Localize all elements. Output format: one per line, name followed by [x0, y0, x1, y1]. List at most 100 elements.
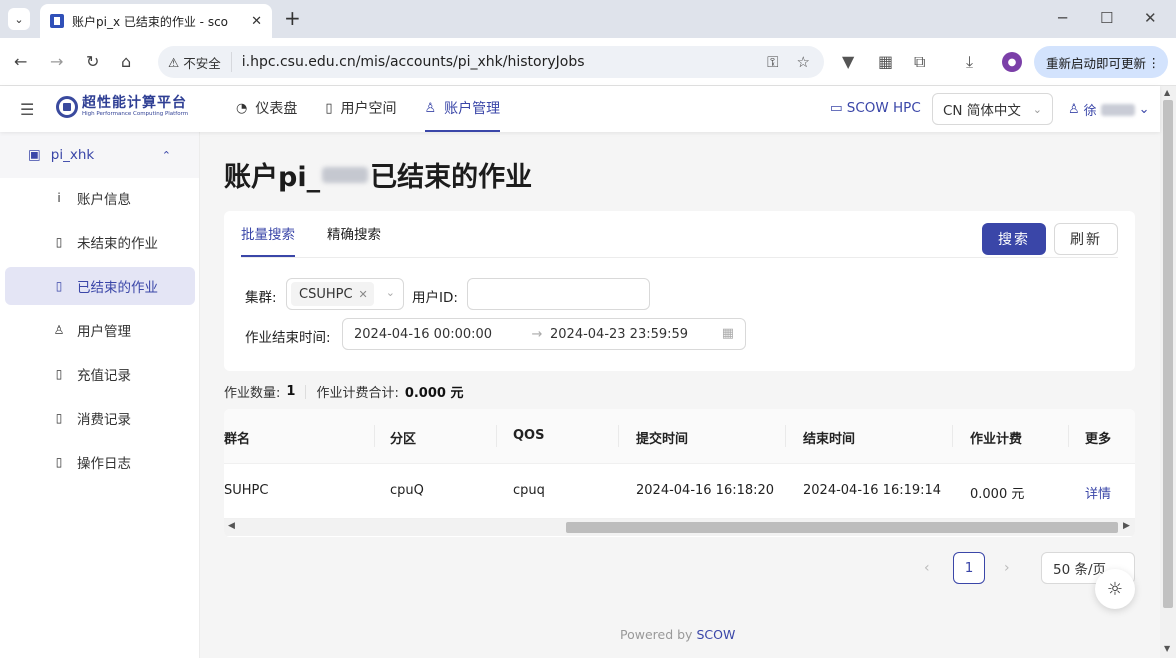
- menu-fold-icon[interactable]: ☰: [20, 100, 34, 119]
- sidebar-item-recharge-records[interactable]: ▯ 充值记录: [5, 355, 195, 393]
- summary-divider: [305, 384, 307, 399]
- sidebar-item-finished-jobs[interactable]: ▯ 已结束的作业: [5, 267, 195, 305]
- page-scroll-thumb[interactable]: [1163, 100, 1173, 608]
- star-icon[interactable]: ☆: [797, 53, 810, 71]
- chevron-down-icon: ⌄: [1138, 102, 1150, 117]
- tab-search-button[interactable]: ⌄: [8, 8, 30, 30]
- arrow-right-icon: →: [531, 326, 543, 342]
- column-divider: [785, 425, 786, 447]
- table-horizontal-scrollbar[interactable]: ◀ ▶: [224, 519, 1135, 536]
- top-nav-dashboard[interactable]: ◔ 仪表盘: [236, 86, 297, 132]
- back-icon[interactable]: ←: [14, 52, 27, 71]
- end-time-range-picker[interactable]: 2024-04-16 00:00:00 → 2024-04-23 23:59:5…: [342, 318, 746, 350]
- reload-icon[interactable]: ↻: [86, 52, 99, 71]
- user-menu[interactable]: ♙ 徐 ⌄: [1068, 100, 1150, 119]
- jobs-table: 群名 分区 QOS 提交时间 结束时间 作业计费 更多 SUHPC cpuQ c…: [224, 409, 1135, 537]
- pagination-prev-icon[interactable]: ‹: [924, 560, 930, 576]
- tab-exact-search[interactable]: 精确搜索: [327, 211, 381, 257]
- column-divider: [618, 425, 619, 447]
- top-nav-label: 用户空间: [340, 101, 397, 117]
- language-value: CN 简体中文: [943, 103, 1021, 119]
- close-icon[interactable]: ✕: [251, 14, 262, 29]
- column-header-more: 更多: [1085, 432, 1112, 447]
- search-button[interactable]: 搜索: [982, 223, 1046, 255]
- job-count-value: 1: [286, 384, 296, 399]
- sidebar-group-account[interactable]: ▣ pi_xhk ⌃: [0, 132, 199, 178]
- scroll-left-icon[interactable]: ◀: [228, 521, 235, 531]
- scow-hpc-label: SCOW HPC: [846, 100, 921, 116]
- chevron-down-icon: ⌄: [14, 12, 24, 26]
- calendar-icon: ▦: [721, 326, 734, 341]
- job-detail-link[interactable]: 详情: [1085, 483, 1111, 502]
- column-header-partition: 分区: [390, 432, 417, 447]
- update-button[interactable]: 重新启动即可更新 ⋮: [1034, 46, 1168, 78]
- profile-avatar-icon[interactable]: ●: [1002, 52, 1022, 72]
- qr-code-icon[interactable]: ▦: [878, 52, 893, 71]
- desktop-icon: ▭: [830, 100, 843, 116]
- column-header-qos: QOS: [513, 428, 545, 443]
- forward-icon[interactable]: →: [50, 52, 63, 71]
- logo-mark-icon: [56, 96, 78, 118]
- language-select[interactable]: CN 简体中文 ⌄: [932, 93, 1053, 125]
- scroll-up-icon[interactable]: ▲: [1164, 88, 1170, 97]
- chevron-up-icon: ⌃: [161, 148, 171, 162]
- download-icon[interactable]: ⤓: [966, 52, 973, 72]
- column-divider: [952, 425, 953, 447]
- fee-total-value: 0.000 元: [404, 386, 464, 401]
- extension-v-icon[interactable]: ▼: [842, 52, 854, 71]
- pagination-next-icon[interactable]: ›: [1004, 560, 1010, 576]
- table-scroll-thumb[interactable]: [566, 522, 1118, 533]
- refresh-button[interactable]: 刷新: [1054, 223, 1118, 255]
- sidebar-item-running-jobs[interactable]: ▯ 未结束的作业: [5, 223, 195, 261]
- cluster-tag-label: CSUHPC: [299, 286, 353, 302]
- range-start-input[interactable]: 2024-04-16 00:00:00: [354, 327, 524, 342]
- user-icon: ♙: [53, 323, 65, 337]
- update-label: 重新启动即可更新: [1046, 55, 1147, 71]
- scroll-right-icon[interactable]: ▶: [1123, 521, 1130, 531]
- cluster-select[interactable]: CSUHPC ✕ ⌄: [286, 278, 404, 310]
- sidebar-item-label: 未结束的作业: [77, 236, 158, 252]
- scroll-down-icon[interactable]: ▼: [1164, 644, 1170, 653]
- minimize-icon[interactable]: ─: [1058, 9, 1067, 27]
- range-end-input[interactable]: 2024-04-23 23:59:59: [550, 327, 720, 342]
- column-divider: [374, 425, 375, 447]
- sidebar-item-label: 已结束的作业: [77, 280, 158, 296]
- page-size-value: 50 条/页: [1053, 562, 1107, 578]
- page-vertical-scrollbar[interactable]: ▲ ▼: [1160, 86, 1176, 658]
- user-id-input[interactable]: [467, 278, 650, 310]
- key-icon[interactable]: ⚿: [767, 53, 778, 71]
- fee-total-label: 作业计费合计:: [316, 386, 399, 401]
- site-info-button[interactable]: ⚠ 不安全: [168, 52, 232, 72]
- user-name-redacted: [1100, 103, 1135, 116]
- sun-icon: ☼: [1106, 578, 1124, 600]
- cluster-tag: CSUHPC ✕: [291, 282, 374, 306]
- url-text[interactable]: i.hpc.csu.edu.cn/mis/accounts/pi_xhk/his…: [242, 54, 585, 70]
- pagination-page-1[interactable]: 1: [953, 552, 985, 584]
- sidebar-item-account-info[interactable]: i 账户信息: [5, 179, 195, 217]
- cluster-label: 集群:: [245, 290, 277, 306]
- home-icon[interactable]: ⌂: [121, 52, 131, 71]
- address-bar[interactable]: ⚠ 不安全 i.hpc.csu.edu.cn/mis/accounts/pi_x…: [158, 46, 824, 78]
- maximize-icon[interactable]: ☐: [1100, 9, 1113, 27]
- tab-batch-search[interactable]: 批量搜索: [241, 211, 295, 257]
- close-window-icon[interactable]: ✕: [1144, 9, 1157, 27]
- platform-logo[interactable]: 超性能计算平台 High Performance Computing Platf…: [56, 96, 188, 118]
- column-header-fee: 作业计费: [970, 432, 1023, 447]
- close-icon[interactable]: ✕: [359, 288, 368, 301]
- theme-toggle-button[interactable]: ☼: [1095, 569, 1135, 609]
- sidebar-group-label: pi_xhk: [50, 147, 95, 163]
- app-header: ☰ 超性能计算平台 High Performance Computing Pla…: [0, 86, 1160, 132]
- page-favicon-icon: [50, 14, 64, 28]
- tab-title: 账户pi_x 已结束的作业 - sco: [72, 14, 229, 29]
- browser-tab-active[interactable]: 账户pi_x 已结束的作业 - sco ✕: [40, 4, 272, 38]
- sidebar-item-consumption-records[interactable]: ▯ 消费记录: [5, 399, 195, 437]
- new-tab-button[interactable]: +: [284, 8, 301, 28]
- extensions-puzzle-icon[interactable]: ⧉: [914, 52, 925, 72]
- top-nav-account-management[interactable]: ♙ 账户管理: [424, 86, 501, 132]
- scow-hpc-link[interactable]: ▭ SCOW HPC: [830, 100, 921, 116]
- sidebar-item-user-management[interactable]: ♙ 用户管理: [5, 311, 195, 349]
- footer-scow-link[interactable]: SCOW: [696, 627, 735, 642]
- sidebar-item-operation-logs[interactable]: ▯ 操作日志: [5, 443, 195, 481]
- top-nav-user-space[interactable]: ▯ 用户空间: [325, 86, 396, 132]
- footer-powered-by: Powered by: [620, 627, 693, 642]
